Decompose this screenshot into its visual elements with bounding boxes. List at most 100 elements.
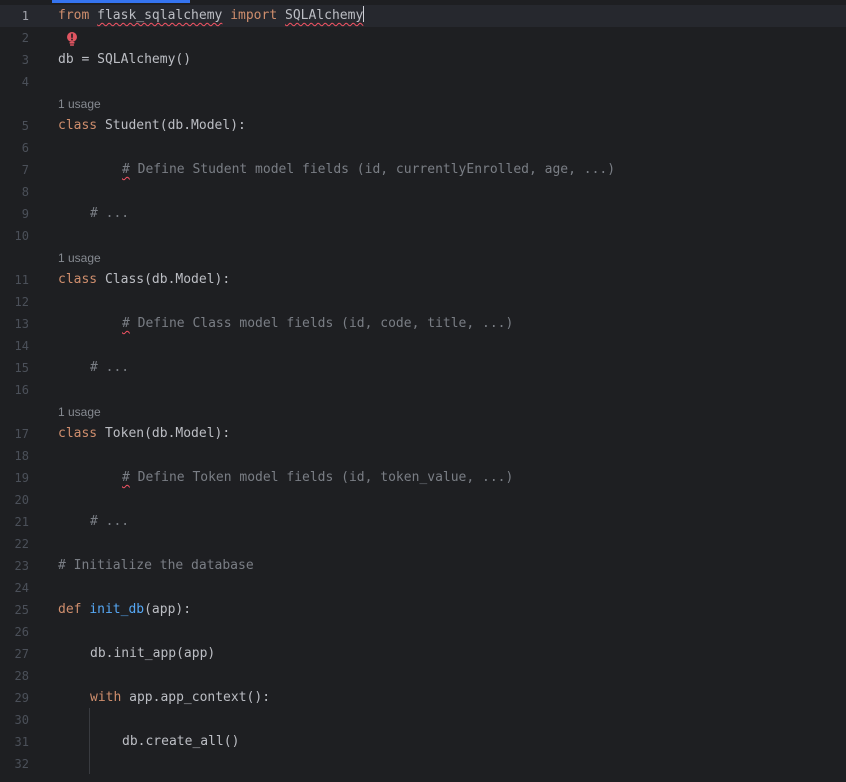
code-line-30[interactable]: 30: [0, 709, 846, 731]
code-line-20[interactable]: 20: [0, 489, 846, 511]
line-number: 1: [21, 9, 29, 23]
code-line-24[interactable]: 24: [0, 577, 846, 599]
code-line-15[interactable]: 15 # ...: [0, 357, 846, 379]
code-line-28[interactable]: 28: [0, 665, 846, 687]
line-number: 21: [14, 515, 29, 529]
line-number: 23: [14, 559, 29, 573]
code-line-5[interactable]: 5 class Student(db.Model):: [0, 115, 846, 137]
class-declaration: Class(db.Model):: [97, 272, 231, 287]
comment-hash: #: [122, 470, 130, 485]
function-name: init_db: [89, 602, 145, 617]
code-comment[interactable]: # ...: [90, 357, 129, 379]
line-number: 27: [14, 647, 29, 661]
line-number: 30: [14, 713, 29, 727]
code-line-19[interactable]: 19 # Define Token model fields (id, toke…: [0, 467, 846, 489]
code-line-32[interactable]: 32: [0, 753, 846, 775]
code-comment[interactable]: # Define Class model fields (id, code, t…: [122, 313, 513, 335]
line-number: 13: [14, 317, 29, 331]
line-number: 31: [14, 735, 29, 749]
code-text[interactable]: db = SQLAlchemy(): [58, 49, 191, 71]
line-number: 12: [14, 295, 29, 309]
code-text[interactable]: class Student(db.Model):: [58, 115, 246, 137]
code-line-16[interactable]: 16: [0, 379, 846, 401]
code-line-12[interactable]: 12: [0, 291, 846, 313]
code-line-29[interactable]: 29 with app.app_context():: [0, 687, 846, 709]
code-line-23[interactable]: 23 # Initialize the database: [0, 555, 846, 577]
function-params: (app):: [144, 602, 192, 617]
code-line-8[interactable]: 8: [0, 181, 846, 203]
code-line-25[interactable]: 25 def init_db(app):: [0, 599, 846, 621]
line-number: 18: [14, 449, 29, 463]
code-line-10[interactable]: 10: [0, 225, 846, 247]
line-number: 15: [14, 361, 29, 375]
code-text[interactable]: def init_db(app):: [58, 599, 191, 621]
code-line-27[interactable]: 27 db.init_app(app): [0, 643, 846, 665]
code-line-13[interactable]: 13 # Define Class model fields (id, code…: [0, 313, 846, 335]
code-line-14[interactable]: 14: [0, 335, 846, 357]
code-line-2[interactable]: 2: [0, 27, 846, 49]
code-editor[interactable]: 1 from flask_sqlalchemy import SQLAlchem…: [0, 0, 846, 782]
code-line-6[interactable]: 6: [0, 137, 846, 159]
code-line-3[interactable]: 3 db = SQLAlchemy(): [0, 49, 846, 71]
line-number: 17: [14, 427, 29, 441]
code-line-11[interactable]: 11 class Class(db.Model):: [0, 269, 846, 291]
code-line-26[interactable]: 26: [0, 621, 846, 643]
line-number: 25: [14, 603, 29, 617]
imported-name: SQLAlchemy: [285, 8, 364, 23]
comment-text: Define Student model fields (id, current…: [129, 162, 616, 177]
usage-inlay-hint[interactable]: 1 usage: [58, 247, 101, 269]
line-number: 14: [14, 339, 29, 353]
line-number: 10: [14, 229, 29, 243]
line-number: 32: [14, 757, 29, 771]
code-text[interactable]: db.init_app(app): [90, 643, 215, 665]
keyword: from: [58, 8, 90, 23]
keyword: class: [58, 118, 98, 133]
text-caret: [363, 6, 365, 22]
code-comment[interactable]: # Define Student model fields (id, curre…: [122, 159, 615, 181]
line-number: 24: [14, 581, 29, 595]
code-line-21[interactable]: 21 # ...: [0, 511, 846, 533]
line-number: 11: [14, 273, 29, 287]
code-comment[interactable]: # Initialize the database: [58, 555, 254, 577]
code-text[interactable]: db.create_all(): [122, 731, 239, 753]
code-text[interactable]: class Class(db.Model):: [58, 269, 230, 291]
with-statement: app.app_context():: [121, 690, 271, 705]
line-number: 28: [14, 669, 29, 683]
code-comment[interactable]: # ...: [90, 203, 129, 225]
line-number: 19: [14, 471, 29, 485]
line-number: 7: [21, 163, 29, 177]
code-line-22[interactable]: 22: [0, 533, 846, 555]
line-number: 29: [14, 691, 29, 705]
line-number: 16: [14, 383, 29, 397]
code-text[interactable]: class Token(db.Model):: [58, 423, 230, 445]
code-text[interactable]: from flask_sqlalchemy import SQLAlchemy: [58, 5, 365, 27]
module-name: flask_sqlalchemy: [97, 8, 223, 23]
code-text[interactable]: with app.app_context():: [90, 687, 270, 709]
code-line-31[interactable]: 31 db.create_all(): [0, 731, 846, 753]
error-bulb-icon[interactable]: [64, 31, 80, 47]
keyword: import: [230, 8, 278, 23]
line-number: 20: [14, 493, 29, 507]
comment-text: Define Token model fields (id, token_val…: [129, 470, 514, 485]
keyword: class: [58, 272, 98, 287]
usage-inlay-hint[interactable]: 1 usage: [58, 93, 101, 115]
code-line-17[interactable]: 17 class Token(db.Model):: [0, 423, 846, 445]
line-number: 2: [21, 31, 29, 45]
code-line-4[interactable]: 4: [0, 71, 846, 93]
line-number: 4: [21, 75, 29, 89]
class-declaration: Token(db.Model):: [97, 426, 231, 441]
code-line-1[interactable]: 1 from flask_sqlalchemy import SQLAlchem…: [0, 5, 846, 27]
usage-inlay-hint[interactable]: 1 usage: [58, 401, 101, 423]
code-comment[interactable]: # Define Token model fields (id, token_v…: [122, 467, 513, 489]
line-number: 6: [21, 141, 29, 155]
line-number: 22: [14, 537, 29, 551]
code-comment[interactable]: # ...: [90, 511, 129, 533]
keyword: def: [58, 602, 82, 617]
code-line-7[interactable]: 7 # Define Student model fields (id, cur…: [0, 159, 846, 181]
comment-hash: #: [122, 162, 130, 177]
comment-text: Define Class model fields (id, code, tit…: [129, 316, 514, 331]
code-line-18[interactable]: 18: [0, 445, 846, 467]
class-declaration: Student(db.Model):: [97, 118, 246, 133]
line-number: 9: [21, 207, 29, 221]
code-line-9[interactable]: 9 # ...: [0, 203, 846, 225]
